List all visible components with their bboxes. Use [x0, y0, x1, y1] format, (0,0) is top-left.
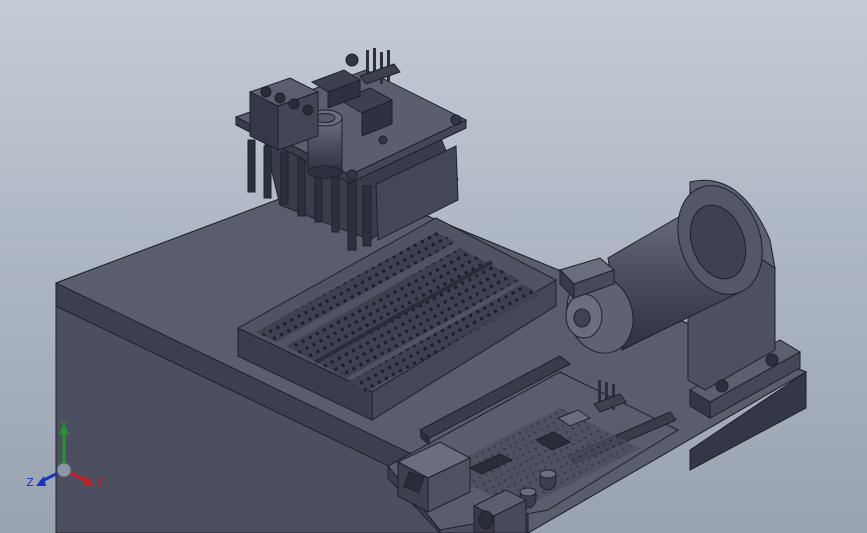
terminal-block[interactable]: [248, 77, 320, 151]
y-axis-label: Y: [60, 420, 68, 432]
z-axis-label: Z: [26, 476, 34, 489]
orientation-triad[interactable]: Y X Z: [24, 420, 108, 500]
graphics-viewport[interactable]: Y X Z: [0, 0, 867, 533]
cad-model-scene[interactable]: [0, 0, 867, 533]
x-axis-label: X: [96, 476, 104, 489]
triad-origin: [56, 462, 72, 478]
connector-header[interactable]: [359, 48, 401, 85]
